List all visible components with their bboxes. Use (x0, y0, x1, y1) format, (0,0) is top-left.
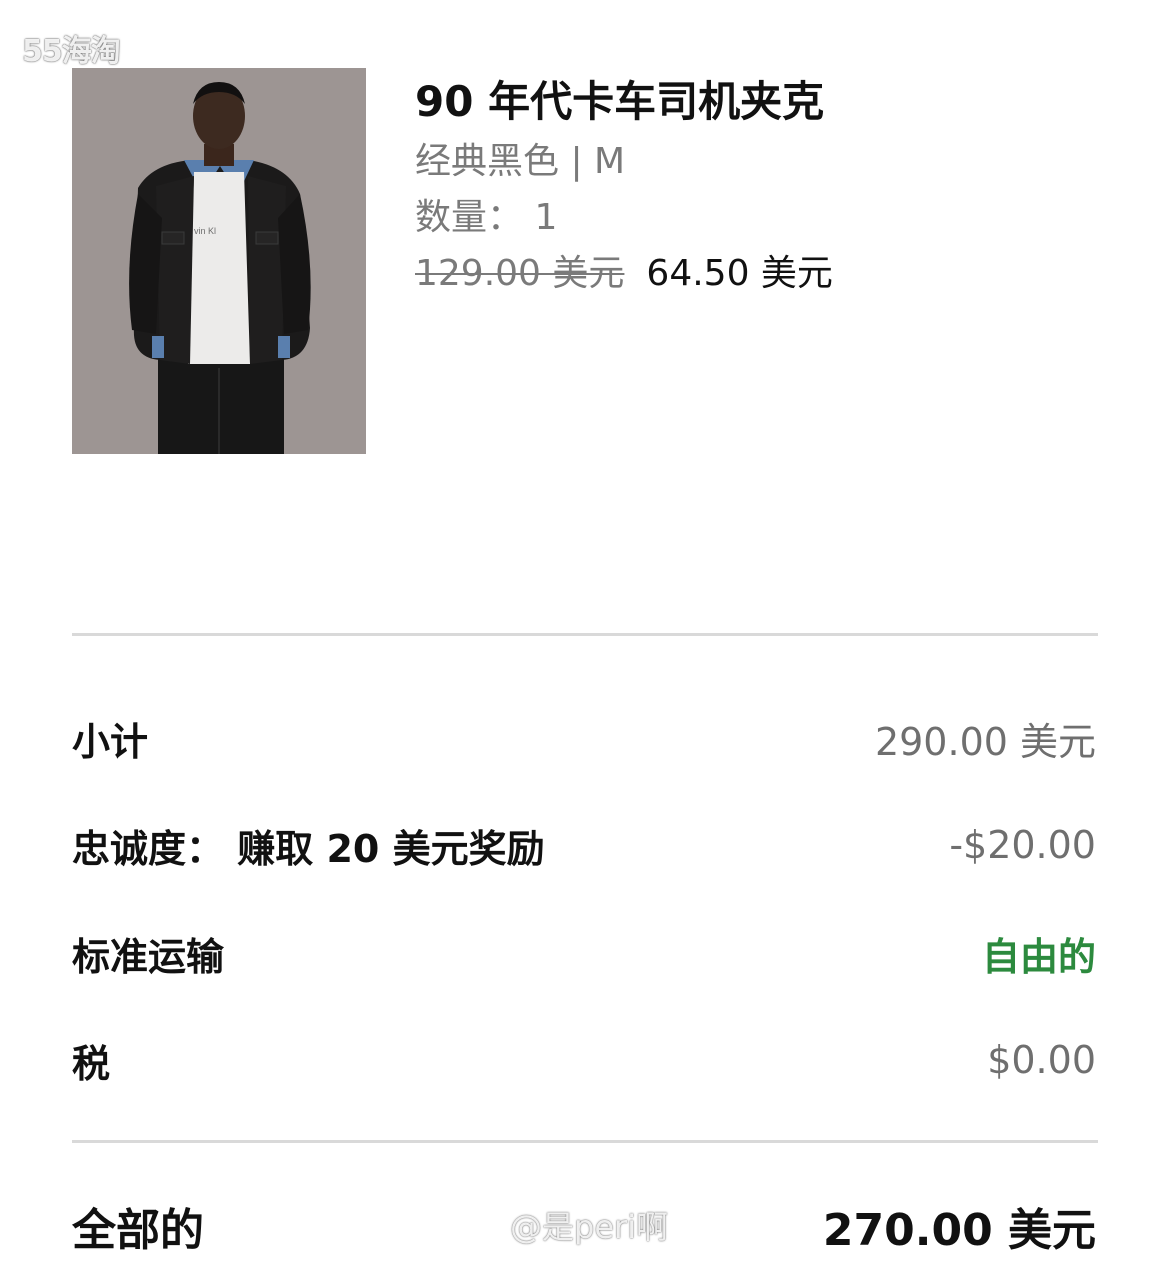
watermark-logo: 55海淘 (22, 34, 121, 69)
tax-value: $0.00 (987, 1038, 1096, 1082)
shipping-value: 自由的 (981, 934, 1096, 979)
subtotal-label: 小计 (72, 719, 149, 764)
shipping-label: 标准运输 (72, 934, 225, 979)
subtotal-row: 小计 290.00 美元 (72, 708, 1096, 768)
original-price: 129.00 美元 (415, 253, 625, 294)
product-image[interactable]: vin Kl (72, 68, 366, 454)
shipping-row: 标准运输 自由的 (72, 923, 1096, 983)
tax-row: 税 $0.00 (72, 1030, 1096, 1090)
divider-top (72, 633, 1098, 636)
subtotal-value: 290.00 美元 (874, 719, 1096, 764)
product-quantity: 数量： 1 (415, 197, 558, 238)
tax-label: 税 (72, 1041, 111, 1086)
product-info: 90 年代卡车司机夹克 经典黑色 | M 数量： 1 129.00 美元 64.5… (415, 76, 1115, 302)
product-variant: 经典黑色 | M (415, 141, 626, 182)
loyalty-value: -$20.00 (949, 823, 1096, 867)
product-title[interactable]: 90 年代卡车司机夹克 (415, 76, 1115, 128)
divider-bottom (72, 1140, 1098, 1143)
loyalty-label: 忠诚度： 赚取 20 美元奖励 (72, 826, 545, 871)
loyalty-row: 忠诚度： 赚取 20 美元奖励 -$20.00 (72, 815, 1096, 875)
product-photo-illustration: vin Kl (72, 68, 366, 454)
total-label: 全部的 (72, 1205, 204, 1256)
watermark-username: @是peri啊 (510, 1208, 669, 1246)
price-row: 129.00 美元 64.50 美元 (415, 246, 1115, 302)
tshirt-print: vin Kl (194, 226, 216, 236)
sale-price: 64.50 美元 (646, 253, 833, 294)
total-value: 270.00 美元 (822, 1205, 1096, 1256)
